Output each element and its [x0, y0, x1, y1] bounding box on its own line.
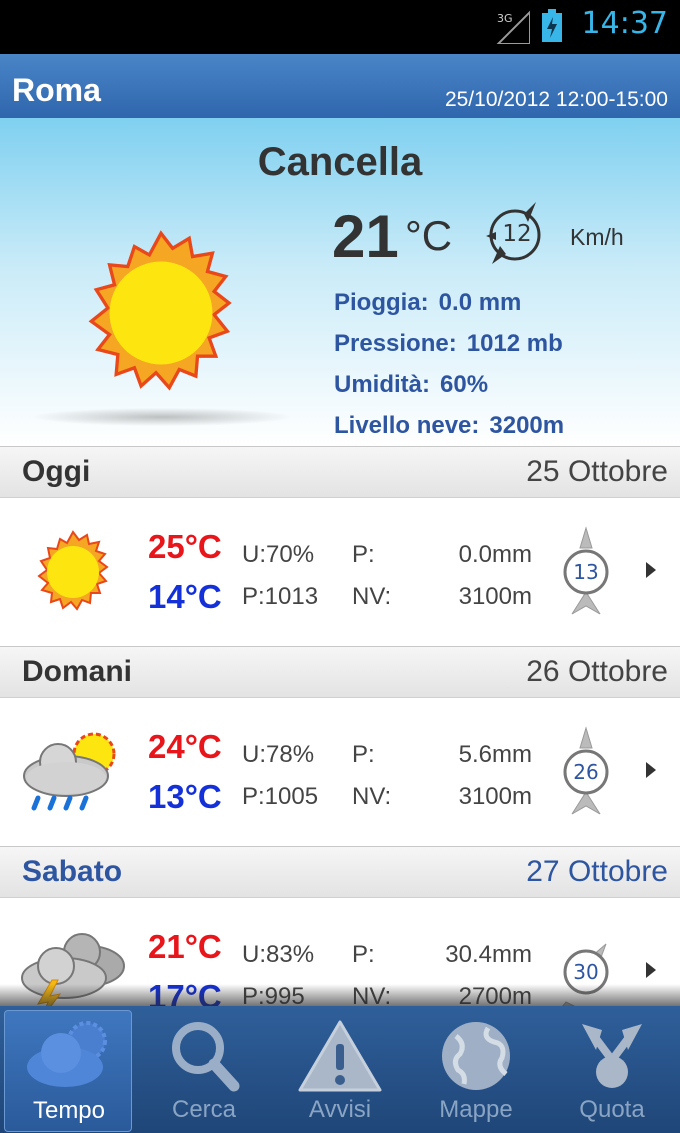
temperature-unit: °C [405, 212, 453, 259]
wind-speed: 26 [573, 760, 599, 784]
day-header-saturday: Sabato 27 Ottobre [0, 846, 680, 898]
city-name: Roma [12, 72, 101, 108]
nav-avvisi[interactable]: Avvisi [276, 1010, 404, 1132]
chevron-right-icon[interactable] [646, 562, 656, 578]
warning-icon [298, 1020, 382, 1092]
location-header: Roma 25/10/2012 12:00-15:00 [0, 54, 680, 118]
wind-speed: 30 [573, 960, 599, 984]
min-temperature: 13°C [148, 778, 222, 815]
snow-level-row: Livello neve: 3200m [334, 412, 565, 439]
day-stats: U:70% P: 0.0mm P:1013 NV: 3100m [242, 541, 532, 610]
max-temperature: 21°C [148, 928, 222, 965]
current-temperature: 21 [332, 203, 399, 270]
globe-icon [442, 1022, 510, 1090]
sun-icon [88, 230, 232, 391]
sun-shadow [34, 408, 290, 426]
rain-row: Pioggia: 0.0 mm [334, 289, 522, 316]
svg-text:3G: 3G [497, 12, 513, 25]
max-temperature: 25°C [148, 528, 222, 565]
share-icon [582, 1024, 642, 1088]
nav-mappe[interactable]: Mappe [412, 1010, 540, 1132]
day-header-tomorrow: Domani 26 Ottobre [0, 646, 680, 698]
day-row-tomorrow[interactable]: 24°C 13°C U:78% P: 5.6mm P:1005 NV: 3100m 26 [0, 698, 680, 846]
wind-speed: 13 [573, 560, 599, 584]
wind-speed: 12 [502, 221, 532, 247]
signal-3g-icon: 3G [496, 10, 530, 44]
nav-quota[interactable]: Quota [548, 1010, 676, 1132]
pressure-row: Pressione: 1012 mb [334, 330, 563, 357]
wind-unit: Km/h [570, 224, 624, 250]
forecast-datetime: 25/10/2012 12:00-15:00 [444, 88, 668, 111]
day-row-today[interactable]: 25°C 14°C U:70% P: 0.0mm P:1013 NV: 3100m 13 [0, 498, 680, 646]
bottom-navigation: Tempo Cerca Avvisi Mappe Quota [0, 1006, 680, 1133]
current-details: Pioggia: 0.0 mm Pressione: 1012 mb Umidità… [334, 282, 574, 446]
nav-shadow [0, 984, 680, 1006]
day-stats: U:78% P: 5.6mm P:1005 NV: 3100m [242, 741, 532, 810]
cloud-sun-icon [27, 1021, 107, 1087]
nav-cerca[interactable]: Cerca [140, 1010, 268, 1132]
max-temperature: 24°C [148, 728, 222, 765]
chevron-right-icon[interactable] [646, 762, 656, 778]
nav-tempo[interactable]: Tempo [4, 1010, 132, 1132]
magnifier-icon [172, 1022, 240, 1092]
chevron-right-icon[interactable] [646, 962, 656, 978]
day-header-today: Oggi 25 Ottobre [0, 446, 680, 498]
current-title: Cancella [257, 140, 423, 184]
sun-icon [37, 530, 109, 611]
battery-icon [542, 9, 562, 42]
rain-sun-cloud-icon [23, 732, 116, 811]
min-temperature: 14°C [148, 578, 222, 615]
current-conditions: Cancella 21 °C 12 Km/h Pioggia: 0.0 mm Pr… [0, 118, 680, 446]
humidity-row: Umidità: 60% [334, 371, 489, 398]
clock: 14:37 [581, 6, 668, 41]
status-bar: 3G 14:37 [0, 0, 680, 54]
